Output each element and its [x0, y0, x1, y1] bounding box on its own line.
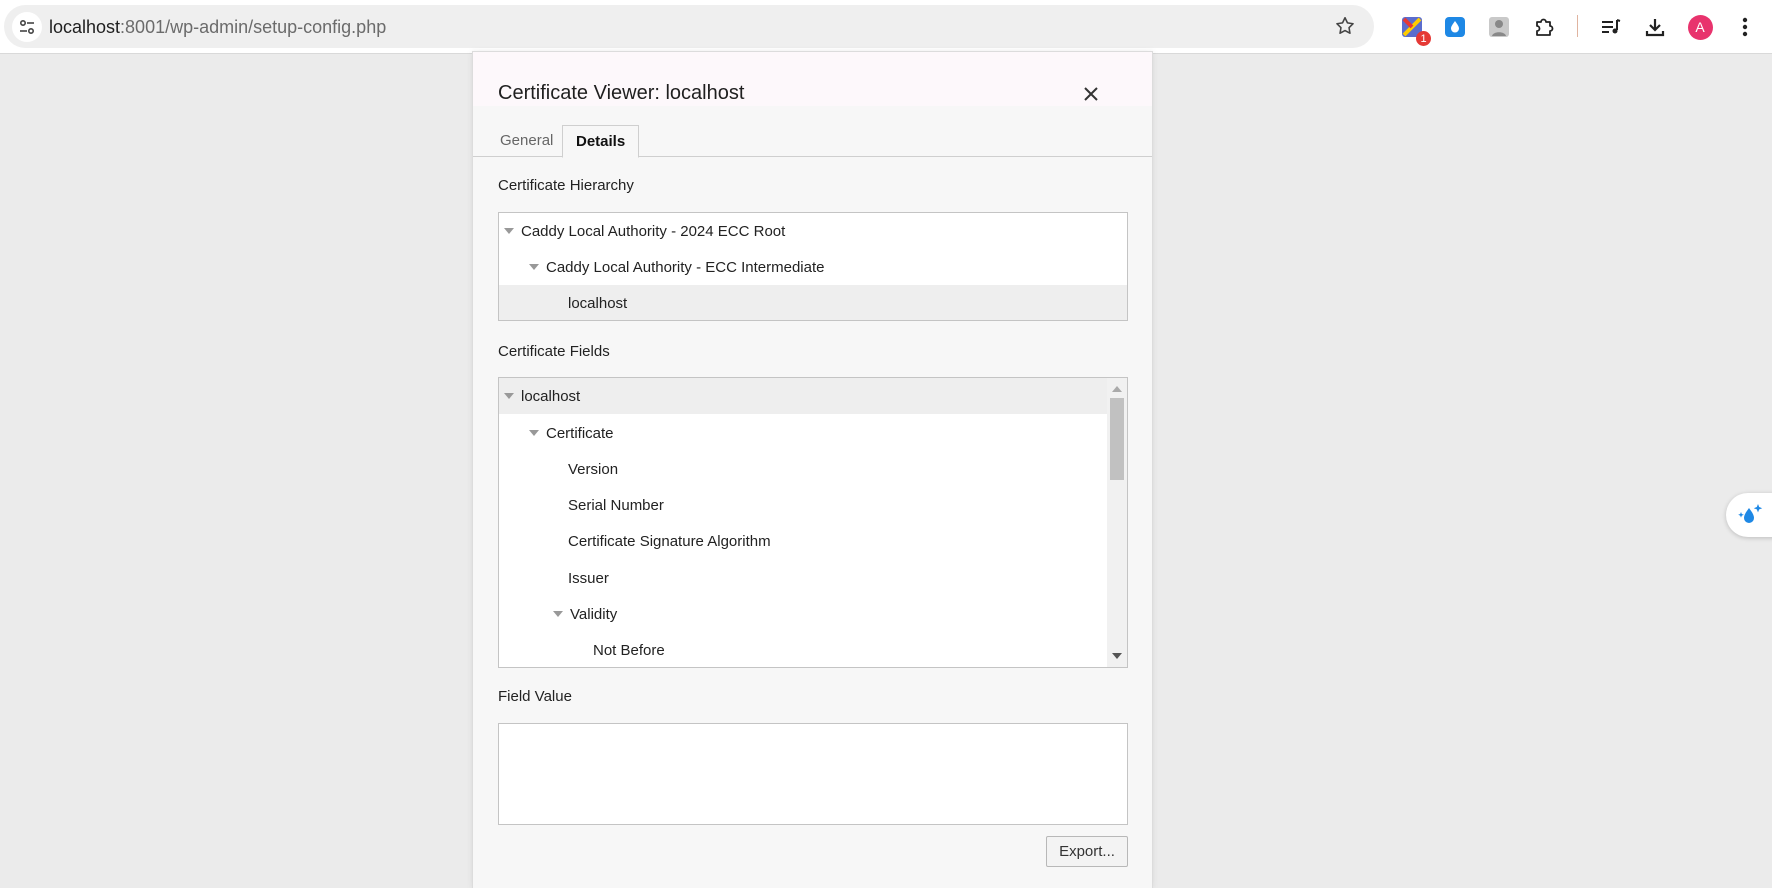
field-item-label: Issuer [568, 569, 609, 587]
certificate-viewer-dialog: Certificate Viewer: localhost General De… [472, 51, 1153, 888]
toolbar-separator [1577, 15, 1578, 37]
export-button[interactable]: Export... [1046, 836, 1128, 867]
tab-details[interactable]: Details [562, 125, 640, 158]
close-icon[interactable] [1077, 80, 1105, 108]
field-item-label: Certificate [546, 424, 614, 442]
tab-general[interactable]: General [487, 125, 566, 157]
avatar-initial: A [1687, 14, 1713, 40]
tab-bar: General Details [473, 125, 1152, 158]
bookmark-star-icon[interactable] [1332, 13, 1358, 39]
hierarchy-item-label: Caddy Local Authority - ECC Intermediate [546, 258, 825, 276]
floating-assistant-button[interactable] [1726, 493, 1772, 537]
hierarchy-item-selected[interactable]: localhost [499, 285, 1127, 320]
certificate-hierarchy-tree[interactable]: Caddy Local Authority - 2024 ECC Root Ca… [498, 212, 1128, 321]
field-item[interactable]: Version [499, 451, 1109, 487]
fields-scrollbar[interactable] [1107, 378, 1127, 667]
expand-triangle-icon[interactable] [553, 611, 563, 617]
puzzle-icon[interactable] [1529, 12, 1559, 42]
expand-triangle-icon[interactable] [529, 264, 539, 270]
expand-triangle-icon[interactable] [504, 393, 514, 399]
dialog-title: Certificate Viewer: localhost [498, 82, 745, 104]
field-item[interactable]: Serial Number [499, 487, 1109, 523]
profile-extension-icon[interactable] [1484, 12, 1514, 42]
water-drop-icon[interactable] [1440, 12, 1470, 42]
sparkle-drop-icon [1738, 504, 1763, 523]
field-item-label: Not Before [593, 641, 665, 659]
hierarchy-item-label: Caddy Local Authority - 2024 ECC Root [521, 222, 786, 240]
field-item[interactable]: Validity [499, 596, 1109, 632]
field-item-label: Serial Number [568, 496, 664, 514]
certificate-fields-tree[interactable]: localhost Certificate Version Serial Num… [498, 377, 1128, 668]
scroll-down-arrow-icon[interactable] [1112, 653, 1122, 659]
field-value-box[interactable] [498, 723, 1128, 825]
field-item-label: Version [568, 460, 619, 478]
address-bar[interactable]: localhost:8001/wp-admin/setup-config.php [4, 5, 1374, 48]
field-item[interactable]: Not Before [499, 632, 1109, 667]
url-path: :8001/wp-admin/setup-config.php [120, 17, 387, 37]
field-item[interactable]: Certificate [499, 415, 1109, 451]
scrollbar-thumb[interactable] [1110, 398, 1124, 480]
field-item-label: Validity [570, 605, 618, 623]
url-host: localhost [49, 17, 121, 37]
field-item[interactable]: Issuer [499, 560, 1109, 596]
extension-badge: 1 [1416, 31, 1431, 46]
dialog-header: Certificate Viewer: localhost [473, 52, 1152, 106]
hierarchy-item[interactable]: Caddy Local Authority - ECC Intermediate [499, 249, 1127, 285]
field-item-label: Certificate Signature Algorithm [568, 532, 771, 550]
download-icon[interactable] [1640, 12, 1670, 42]
site-info-icon[interactable] [12, 12, 42, 42]
field-item-selected[interactable]: localhost [499, 378, 1109, 414]
extension-icon[interactable]: 1 [1397, 12, 1431, 46]
expand-triangle-icon[interactable] [504, 228, 514, 234]
hierarchy-item[interactable]: Caddy Local Authority - 2024 ECC Root [499, 213, 1127, 249]
field-value-label: Field Value [498, 688, 572, 705]
browser-toolbar: localhost:8001/wp-admin/setup-config.php… [0, 0, 1772, 54]
fields-label: Certificate Fields [498, 343, 610, 360]
scroll-up-arrow-icon[interactable] [1112, 386, 1122, 392]
media-queue-icon[interactable] [1596, 12, 1626, 42]
hierarchy-item-label: localhost [568, 294, 628, 312]
hierarchy-label: Certificate Hierarchy [498, 177, 634, 194]
field-item[interactable]: Certificate Signature Algorithm [499, 523, 1109, 559]
kebab-menu-icon[interactable] [1730, 12, 1760, 42]
avatar[interactable]: A [1685, 12, 1715, 42]
field-item-label: localhost [521, 387, 581, 405]
url-text[interactable]: localhost:8001/wp-admin/setup-config.php [49, 17, 386, 38]
expand-triangle-icon[interactable] [529, 430, 539, 436]
